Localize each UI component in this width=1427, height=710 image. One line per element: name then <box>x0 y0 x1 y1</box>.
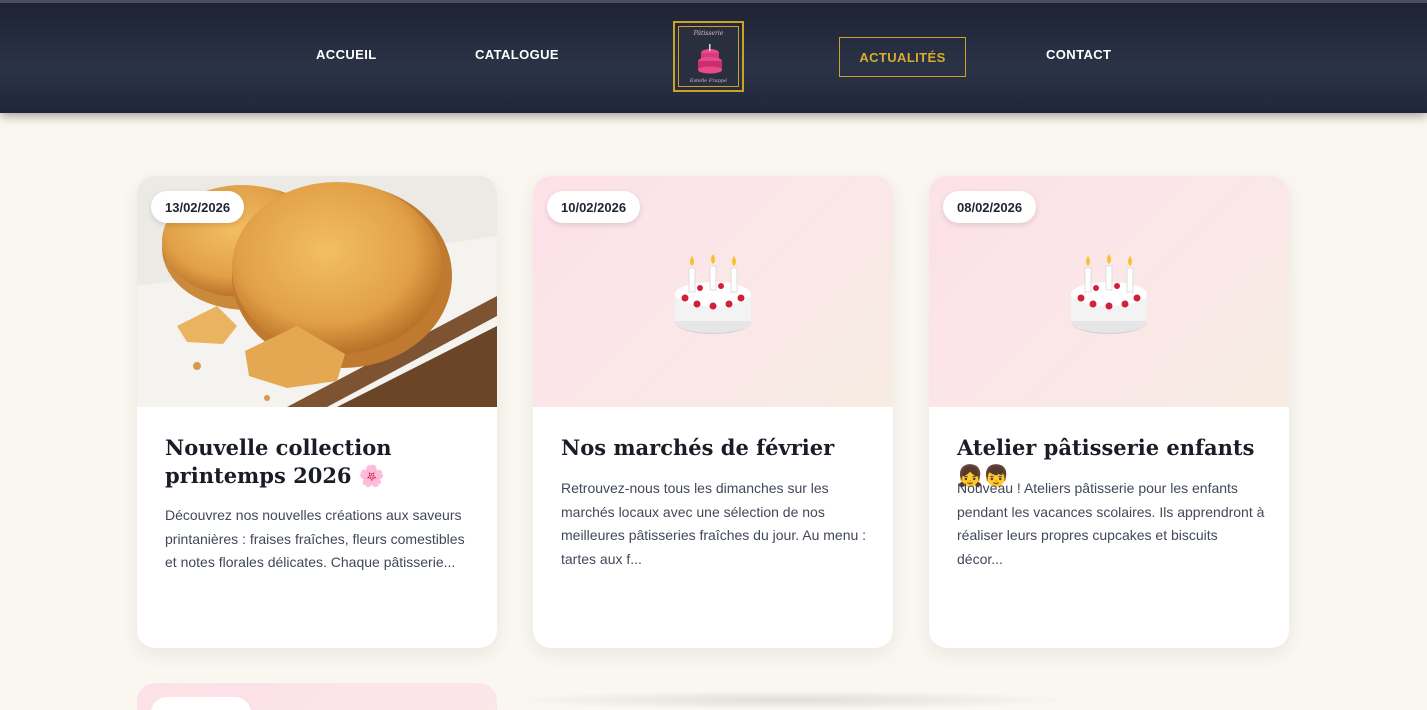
date-badge: 08/02/2026 <box>943 191 1037 223</box>
nav-contact[interactable]: CONTACT <box>1046 44 1111 66</box>
date-badge <box>151 697 251 710</box>
news-card-partial[interactable] <box>137 683 497 710</box>
news-excerpt: Retrouvez-nous tous les dimanches sur le… <box>561 480 867 567</box>
logo[interactable]: Pâtisserie Estelle Frappé <box>673 21 744 92</box>
card-shadow <box>500 690 1080 710</box>
site-header: ACCUEIL CATALOGUE Pâtisserie Estelle Fra… <box>0 0 1427 113</box>
birthday-cake-icon <box>1071 254 1147 334</box>
news-excerpt: Nouveau ! Ateliers pâtisserie pour les e… <box>957 480 1265 567</box>
nav-catalogue[interactable]: CATALOGUE <box>475 44 559 66</box>
news-card[interactable]: 13/02/2026 Nouvelle collection printemps… <box>137 176 497 648</box>
birthday-cake-icon <box>675 254 751 334</box>
news-card[interactable]: 08/02/2026 Atelier pâtisserie enfants 👧👦… <box>929 176 1289 648</box>
news-title[interactable]: Nos marchés de février <box>561 434 871 462</box>
logo-bottom-text: Estelle Frappé <box>689 78 728 84</box>
news-card[interactable]: 10/02/2026 Nos marchés de février Retrou… <box>533 176 893 648</box>
logo-emblem: Pâtisserie Estelle Frappé <box>678 26 739 87</box>
nav-actualites[interactable]: ACTUALITÉS <box>839 37 966 77</box>
date-badge: 13/02/2026 <box>151 191 245 223</box>
nav-accueil[interactable]: ACCUEIL <box>316 44 377 66</box>
date-badge: 10/02/2026 <box>547 191 641 223</box>
news-excerpt: Découvrez nos nouvelles créations aux sa… <box>165 507 465 570</box>
news-title[interactable]: Nouvelle collection printemps 2026 🌸 <box>165 434 475 490</box>
